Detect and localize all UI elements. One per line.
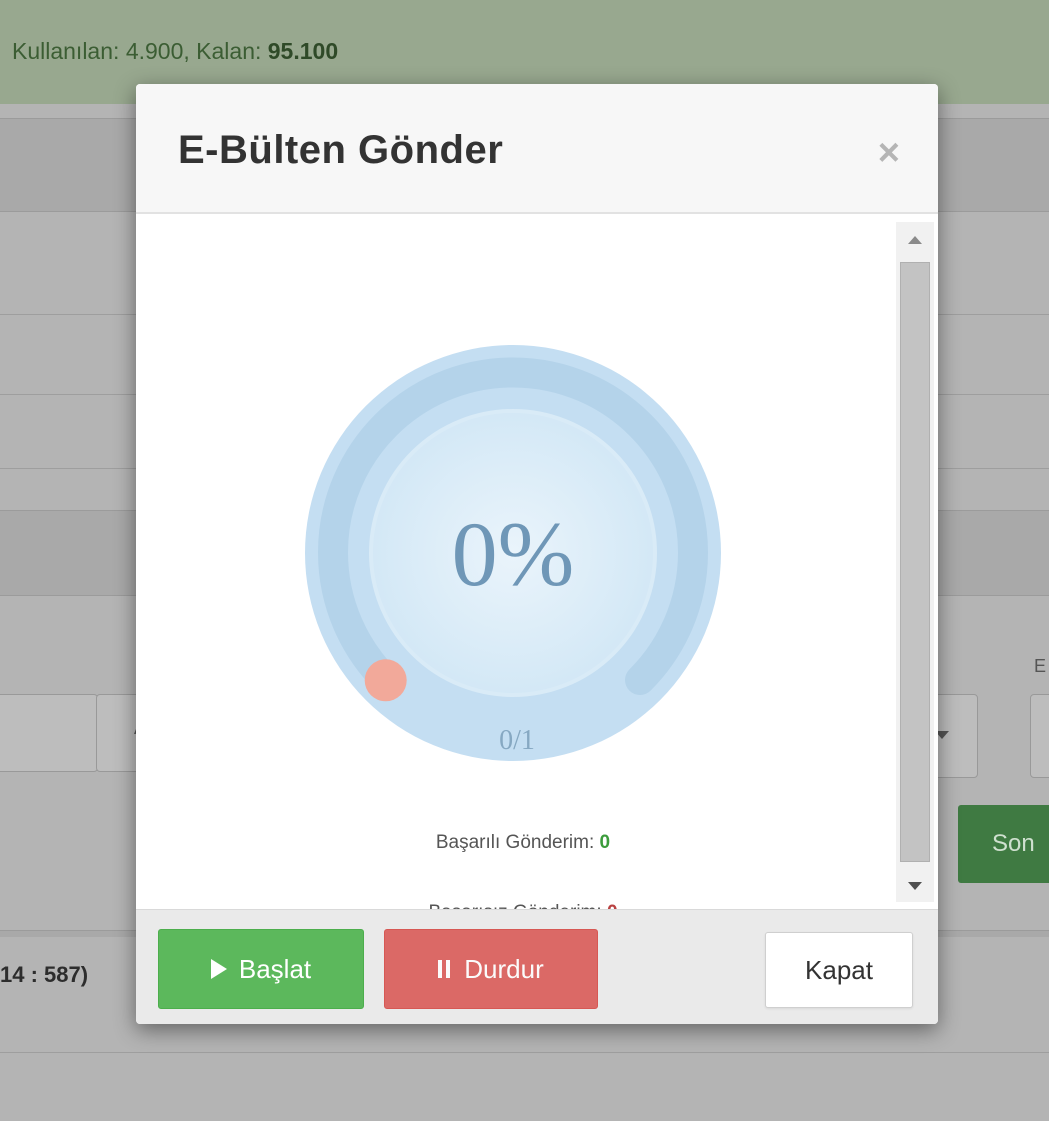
send-newsletter-modal: E-Bülten Gönder × 0% 0/1 Başarılı Gönder…	[136, 84, 938, 1024]
background-divider	[0, 1052, 1049, 1053]
quota-text: Kullanılan: 4.900, Kalan: 95.100	[12, 38, 338, 65]
close-icon[interactable]: ×	[878, 134, 900, 172]
progress-gauge: 0% 0/1	[301, 341, 725, 765]
background-input[interactable]	[1030, 694, 1049, 778]
success-stat-value: 0	[599, 832, 611, 853]
scrollbar-thumb[interactable]	[900, 262, 930, 862]
close-button-label: Kapat	[805, 954, 873, 985]
stop-button[interactable]: Durdur	[384, 929, 598, 1009]
chevron-up-icon[interactable]	[908, 236, 922, 244]
modal-header: E-Bülten Gönder ×	[136, 84, 938, 214]
stop-button-label: Durdur	[464, 953, 544, 984]
background-select[interactable]	[0, 694, 98, 772]
chevron-down-icon[interactable]	[908, 882, 922, 890]
background-field-label: E	[1034, 656, 1047, 676]
start-button-label: Başlat	[238, 953, 312, 984]
quota-used-value: 4.900,	[125, 38, 190, 64]
modal-footer: Başlat Durdur Kapat	[136, 909, 938, 1024]
pause-icon	[438, 960, 451, 978]
start-button[interactable]: Başlat	[158, 929, 364, 1009]
quota-remaining-value: 95.100	[267, 38, 339, 64]
modal-scrollbar[interactable]	[896, 222, 934, 902]
progress-percent: 0%	[451, 503, 575, 605]
progress-count: 0/1	[499, 725, 535, 756]
progress-indicator-dot	[364, 659, 407, 702]
quota-used-label: Kullanılan:	[12, 38, 120, 64]
background-search-button[interactable]: Son	[958, 805, 1049, 883]
success-stat-label: Başarılı Gönderim:	[435, 832, 595, 853]
close-button[interactable]: Kapat	[765, 932, 913, 1008]
modal-title: E-Bülten Gönder	[178, 128, 504, 172]
success-stat: Başarılı Gönderim: 0	[136, 832, 890, 854]
quota-remaining-label: Kalan:	[196, 38, 262, 64]
play-icon	[210, 959, 227, 979]
modal-body: 0% 0/1 Başarılı Gönderim: 0 Başarısız Gö…	[136, 214, 938, 923]
background-coords-text: 14 : 587)	[0, 962, 89, 987]
